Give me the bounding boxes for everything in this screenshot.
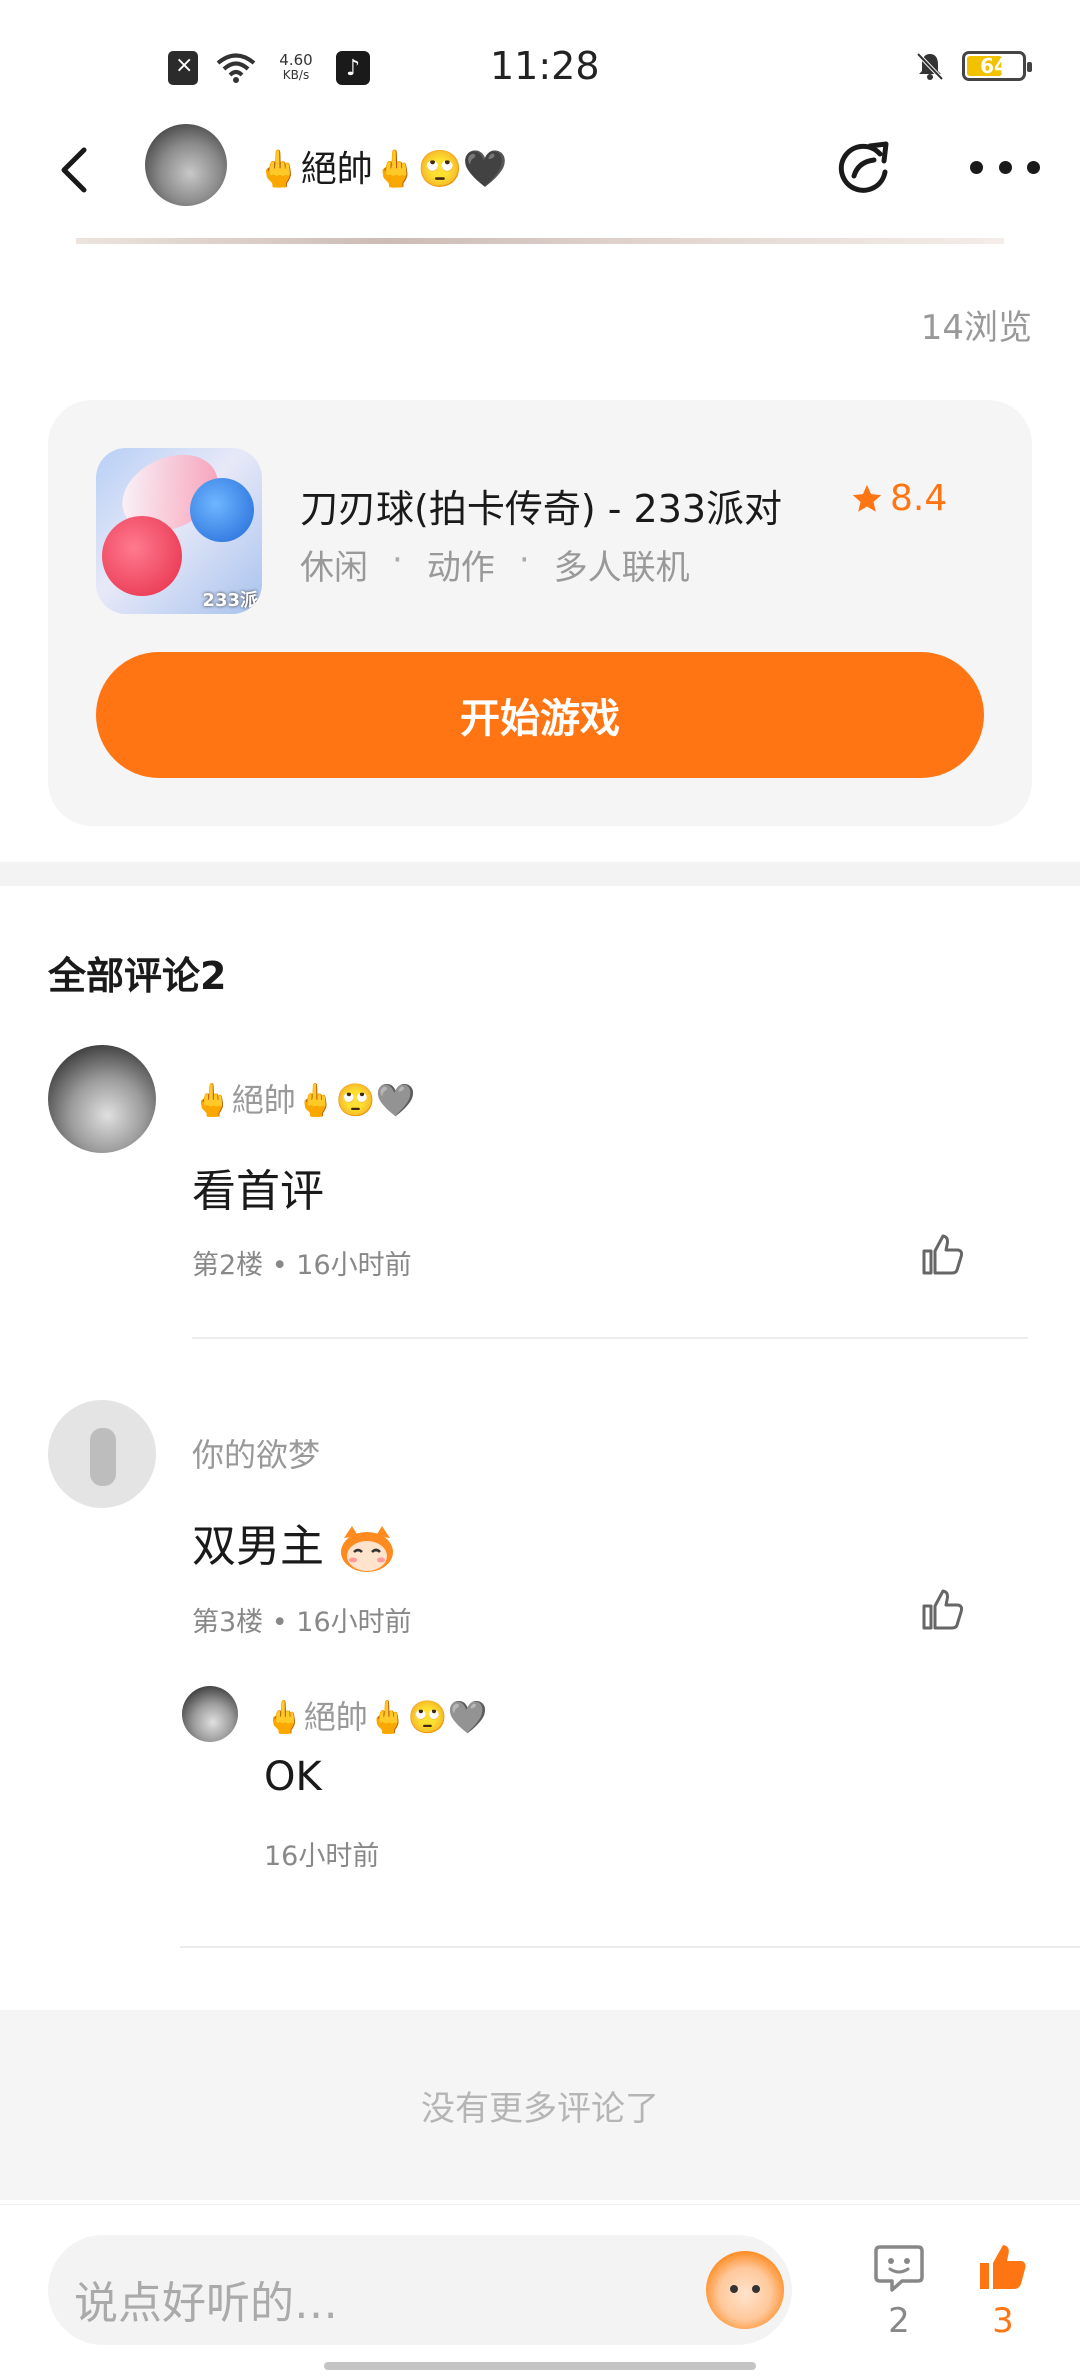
emoji-picker-icon[interactable] — [706, 2251, 784, 2329]
view-count: 14浏览 — [920, 308, 1032, 348]
comment-count: 2 — [888, 2301, 910, 2341]
reply-avatar[interactable] — [182, 1686, 238, 1742]
reply-time: 16小时前 — [264, 1841, 380, 1872]
comment-bubble-icon — [874, 2245, 924, 2292]
battery-percent: 64 — [980, 54, 1008, 78]
status-bar: 4.60 KB/s ♪ 11:28 64 — [0, 0, 1080, 130]
section-divider — [0, 862, 1080, 886]
status-icons-right: 64 — [914, 50, 1032, 82]
battery-icon: 64 — [962, 51, 1032, 81]
comment-input-placeholder: 说点好听的… — [74, 2278, 338, 2329]
more-options-icon[interactable] — [970, 142, 1040, 192]
game-icon-red-ball — [102, 516, 182, 596]
more-dot — [1027, 160, 1040, 174]
no-sim-icon — [168, 51, 198, 85]
star-icon — [852, 484, 882, 512]
game-tag: 动作 — [426, 548, 495, 588]
reply-author-name[interactable]: 🖕絕帥🖕🙄🩶 — [264, 1692, 487, 1738]
more-dot — [998, 160, 1012, 174]
comment-separator — [180, 1946, 1080, 1948]
comment-meta: 第2楼 • 16小时前 — [192, 1250, 412, 1281]
game-title[interactable]: 刀刃球(拍卡传奇) - 233派对 — [300, 478, 782, 533]
tag-separator: · — [518, 540, 530, 580]
reply-text: OK — [264, 1754, 322, 1800]
clock: 11:28 — [490, 44, 600, 88]
comment-text: 看首评 — [192, 1166, 324, 1217]
like-count-button[interactable]: 3 — [968, 2241, 1038, 2341]
game-icon[interactable]: 233派 — [96, 448, 262, 614]
post-image-edge — [76, 238, 1004, 244]
network-speed: 4.60 KB/s — [279, 51, 313, 83]
tag-separator: · — [392, 540, 403, 580]
game-card[interactable]: 233派 刀刃球(拍卡传奇) - 233派对 8.4 休闲 · 动作 · 多人联… — [48, 400, 1032, 826]
game-icon-badge: 233派 — [202, 590, 258, 611]
tiktok-icon: ♪ — [336, 51, 370, 85]
commenter-avatar[interactable] — [48, 1400, 156, 1508]
game-tag: 多人联机 — [553, 548, 690, 588]
game-tag: 休闲 — [300, 548, 368, 588]
wifi-icon — [216, 53, 256, 83]
rating-value: 8.4 — [890, 478, 948, 519]
no-more-comments: 没有更多评论了 — [0, 2010, 1080, 2200]
status-icons-left: 4.60 KB/s ♪ — [168, 48, 370, 88]
commenter-name[interactable]: 🖕絕帥🖕🙄🩶 — [192, 1075, 415, 1121]
more-dot — [970, 160, 983, 174]
share-icon[interactable] — [830, 134, 896, 200]
commenter-name[interactable]: 你的欲梦 — [192, 1430, 320, 1476]
comment-count-button[interactable]: 2 — [864, 2241, 934, 2341]
comment-separator — [192, 1337, 1028, 1339]
comment-input[interactable]: 说点好听的… — [48, 2235, 792, 2345]
comment-item: 🖕絕帥🖕🙄🩶 看首评 第2楼 • 16小时前 — [0, 1045, 1080, 1345]
mascot-emoji-icon — [341, 1526, 393, 1572]
author-avatar[interactable] — [145, 124, 227, 206]
comment-item: 你的欲梦 双男主 第3楼 • 16小时前 🖕絕帥🖕🙄🩶 OK 16小时前 — [0, 1400, 1080, 1960]
thumbs-up-icon[interactable] — [918, 1231, 966, 1279]
commenter-avatar[interactable] — [48, 1045, 156, 1153]
like-count: 3 — [992, 2301, 1014, 2341]
game-rating: 8.4 — [850, 478, 947, 519]
top-nav-bar: 🖕絕帥🖕🙄🖤 — [0, 120, 1080, 220]
comments-heading: 全部评论2 — [48, 954, 227, 998]
game-tags: 休闲 · 动作 · 多人联机 — [300, 540, 690, 589]
start-game-button[interactable]: 开始游戏 — [96, 652, 984, 778]
comment-meta: 第3楼 • 16小时前 — [192, 1607, 412, 1638]
comment-text-content: 双男主 — [192, 1521, 324, 1572]
bottom-action-bar: 说点好听的… 2 3 — [0, 2204, 1080, 2376]
author-name[interactable]: 🖕絕帥🖕🙄🖤 — [256, 140, 507, 192]
bell-muted-icon — [916, 52, 944, 81]
thumbs-up-icon[interactable] — [918, 1586, 966, 1634]
back-arrow-icon[interactable] — [48, 142, 104, 198]
game-icon-blue-ball — [190, 478, 254, 542]
home-indicator[interactable] — [324, 2362, 756, 2370]
comment-text: 双男主 — [192, 1510, 396, 1574]
thumbs-up-filled-icon — [980, 2245, 1026, 2289]
